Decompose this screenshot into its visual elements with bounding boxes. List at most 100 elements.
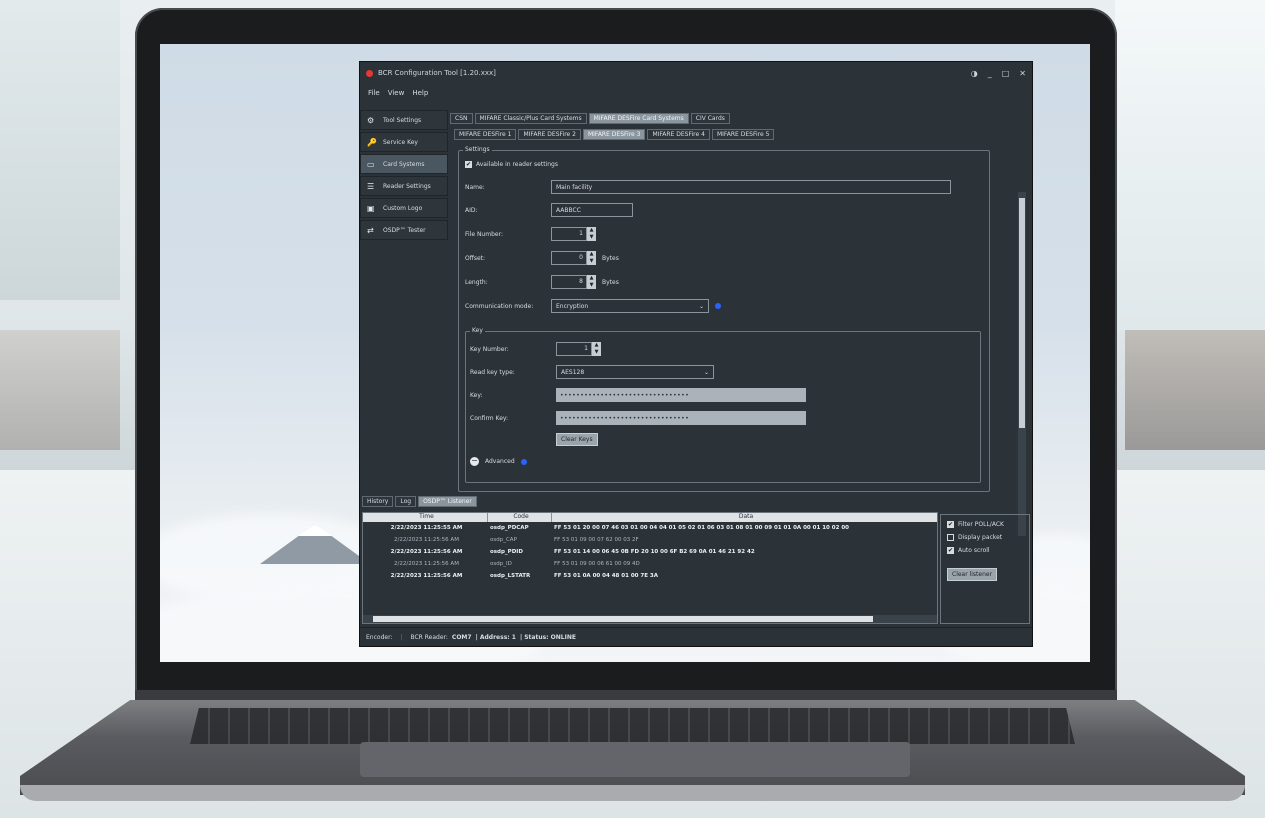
horizontal-scrollbar[interactable]: [363, 615, 937, 623]
stepper-arrows-icon[interactable]: ▲ ▼: [587, 251, 596, 265]
read-key-type-select[interactable]: AES128 ⌄: [556, 365, 714, 379]
maximize-button[interactable]: □: [1002, 69, 1010, 78]
table-row[interactable]: 2/22/2023 11:25:56 AM osdp_ID FF 53 01 0…: [363, 558, 937, 570]
tab-log[interactable]: Log: [395, 496, 417, 507]
scrollbar-thumb[interactable]: [373, 616, 873, 622]
display-packet-option[interactable]: Display packet: [947, 534, 1029, 541]
aid-input[interactable]: AABBCC: [551, 203, 633, 217]
confirm-key-input[interactable]: ••••••••••••••••••••••••••••••••: [556, 411, 806, 425]
info-icon[interactable]: [715, 303, 721, 309]
file-number-label: File Number:: [465, 230, 503, 238]
menu-file[interactable]: File: [368, 89, 380, 97]
sidebar-item-osdp-tester[interactable]: ⇄ OSDP™ Tester: [360, 220, 448, 240]
row-time: 2/22/2023 11:25:56 AM: [394, 561, 459, 567]
tab-history[interactable]: History: [362, 496, 394, 507]
checkbox-checked-icon[interactable]: ✔: [947, 547, 954, 554]
gear-icon: ⚙: [367, 115, 375, 125]
card-systems-panel: CSN MIFARE Classic/Plus Card Systems MIF…: [450, 110, 1030, 554]
sidebar-item-reader-settings[interactable]: ☰ Reader Settings: [360, 176, 448, 196]
listener-options: ✔ Filter POLL/ACK Display packet ✔ Auto …: [940, 514, 1030, 624]
key-label: Key:: [470, 391, 483, 399]
tab-desfire-1[interactable]: MIFARE DESFire 1: [454, 129, 517, 140]
stepper-arrows-icon[interactable]: ▲ ▼: [587, 227, 596, 241]
option-label: Display packet: [958, 534, 1003, 541]
vertical-scrollbar[interactable]: [1018, 192, 1026, 536]
sidebar-item-service-key[interactable]: 🔑 Service Key: [360, 132, 448, 152]
menu-view[interactable]: View: [388, 89, 405, 97]
sidebar-item-custom-logo[interactable]: ▣ Custom Logo: [360, 198, 448, 218]
app-logo-icon: [366, 69, 373, 77]
list-icon: ☰: [367, 181, 375, 191]
auto-scroll-option[interactable]: ✔ Auto scroll: [947, 547, 1029, 554]
available-checkbox[interactable]: ✔: [465, 161, 472, 168]
row-data: FF 53 01 20 00 07 46 03 01 00 04 04 01 0…: [554, 525, 850, 531]
laptop-front-edge: [20, 785, 1245, 801]
checkbox-checked-icon[interactable]: ✔: [947, 521, 954, 528]
key-number-stepper[interactable]: 1 ▲ ▼: [556, 342, 601, 356]
length-stepper[interactable]: 8 ▲ ▼: [551, 275, 596, 289]
sidebar: ⚙ Tool Settings 🔑 Service Key ▭ Card Sys…: [360, 110, 448, 242]
tab-csn[interactable]: CSN: [450, 113, 473, 124]
row-time: 2/22/2023 11:25:55 AM: [390, 525, 463, 531]
tab-desfire-3[interactable]: MIFARE DESFire 3: [582, 129, 646, 140]
menu-help[interactable]: Help: [412, 89, 428, 97]
column-data[interactable]: Data: [551, 513, 937, 522]
table-row[interactable]: 2/22/2023 11:25:56 AM osdp_LSTATR FF 53 …: [363, 570, 937, 582]
tab-mifare-desfire[interactable]: MIFARE DESFire Card Systems: [588, 113, 689, 124]
table-row[interactable]: 2/22/2023 11:25:56 AM osdp_CAP FF 53 01 …: [363, 534, 937, 546]
row-time: 2/22/2023 11:25:56 AM: [390, 573, 463, 579]
row-code: osdp_PDID: [490, 549, 523, 555]
column-code[interactable]: Code: [487, 513, 551, 522]
column-time[interactable]: Time: [363, 513, 487, 522]
sidebar-item-card-systems[interactable]: ▭ Card Systems: [360, 154, 448, 174]
title-bar: BCR Configuration Tool [1.20.xxx] ◑ _ □ …: [360, 62, 1032, 84]
sidebar-item-tool-settings[interactable]: ⚙ Tool Settings: [360, 110, 448, 130]
stepper-arrows-icon[interactable]: ▲ ▼: [587, 275, 596, 289]
checkbox-empty-icon[interactable]: [947, 534, 954, 541]
tab-desfire-5[interactable]: MIFARE DESFire 5: [711, 129, 775, 140]
row-data: FF 53 01 09 00 06 61 00 09 4D: [554, 561, 640, 567]
stepper-arrows-icon[interactable]: ▲ ▼: [592, 342, 601, 356]
table-row[interactable]: 2/22/2023 11:25:55 AM osdp_PDCAP FF 53 0…: [363, 522, 937, 534]
file-number-value[interactable]: 1: [551, 227, 587, 241]
key-number-value[interactable]: 1: [556, 342, 592, 356]
advanced-toggle[interactable]: − Advanced: [470, 457, 527, 466]
table-row[interactable]: 2/22/2023 11:25:56 AM osdp_PDID FF 53 01…: [363, 546, 937, 558]
length-label: Length:: [465, 278, 488, 286]
filter-poll-ack-option[interactable]: ✔ Filter POLL/ACK: [947, 521, 1029, 528]
log-tabs: History Log OSDP™ Listener: [362, 496, 477, 507]
confirm-key-label: Confirm Key:: [470, 414, 509, 422]
file-number-stepper[interactable]: 1 ▲ ▼: [551, 227, 596, 241]
tab-civ-cards[interactable]: CIV Cards: [690, 113, 730, 124]
collapse-icon[interactable]: −: [470, 457, 479, 466]
offset-value[interactable]: 0: [551, 251, 587, 265]
row-time: 2/22/2023 11:25:56 AM: [390, 549, 463, 555]
clear-keys-button[interactable]: Clear Keys: [556, 433, 598, 446]
background-shelf-right: [1125, 330, 1265, 450]
close-button[interactable]: ✕: [1019, 69, 1026, 78]
card-system-tabs: CSN MIFARE Classic/Plus Card Systems MIF…: [450, 110, 1030, 124]
available-row[interactable]: ✔ Available in reader settings: [465, 161, 558, 168]
info-icon[interactable]: [520, 458, 527, 465]
comm-mode-select[interactable]: Encryption ⌄: [551, 299, 709, 313]
scrollbar-thumb[interactable]: [1019, 198, 1025, 428]
minimize-button[interactable]: _: [988, 69, 992, 78]
mountain-snow: [298, 524, 332, 536]
osdp-listener-table: Time Code Data 2/22/2023 11:25:55 AM osd…: [362, 512, 938, 624]
row-code: osdp_CAP: [490, 537, 517, 543]
laptop-keyboard: [190, 708, 1075, 744]
theme-toggle-icon[interactable]: ◑: [971, 69, 978, 78]
settings-legend: Settings: [463, 146, 492, 153]
clear-listener-button[interactable]: Clear listener: [947, 568, 998, 581]
settings-group: Settings ✔ Available in reader settings …: [458, 146, 990, 492]
sidebar-item-label: OSDP™ Tester: [383, 226, 426, 234]
tab-desfire-4[interactable]: MIFARE DESFire 4: [647, 129, 710, 140]
row-time: 2/22/2023 11:25:56 AM: [394, 537, 459, 543]
name-input[interactable]: Main facility: [551, 180, 951, 194]
tab-mifare-classic[interactable]: MIFARE Classic/Plus Card Systems: [474, 113, 587, 124]
offset-stepper[interactable]: 0 ▲ ▼: [551, 251, 596, 265]
tab-desfire-2[interactable]: MIFARE DESFire 2: [518, 129, 581, 140]
length-value[interactable]: 8: [551, 275, 587, 289]
tab-osdp-listener[interactable]: OSDP™ Listener: [418, 496, 477, 507]
key-input[interactable]: ••••••••••••••••••••••••••••••••: [556, 388, 806, 402]
